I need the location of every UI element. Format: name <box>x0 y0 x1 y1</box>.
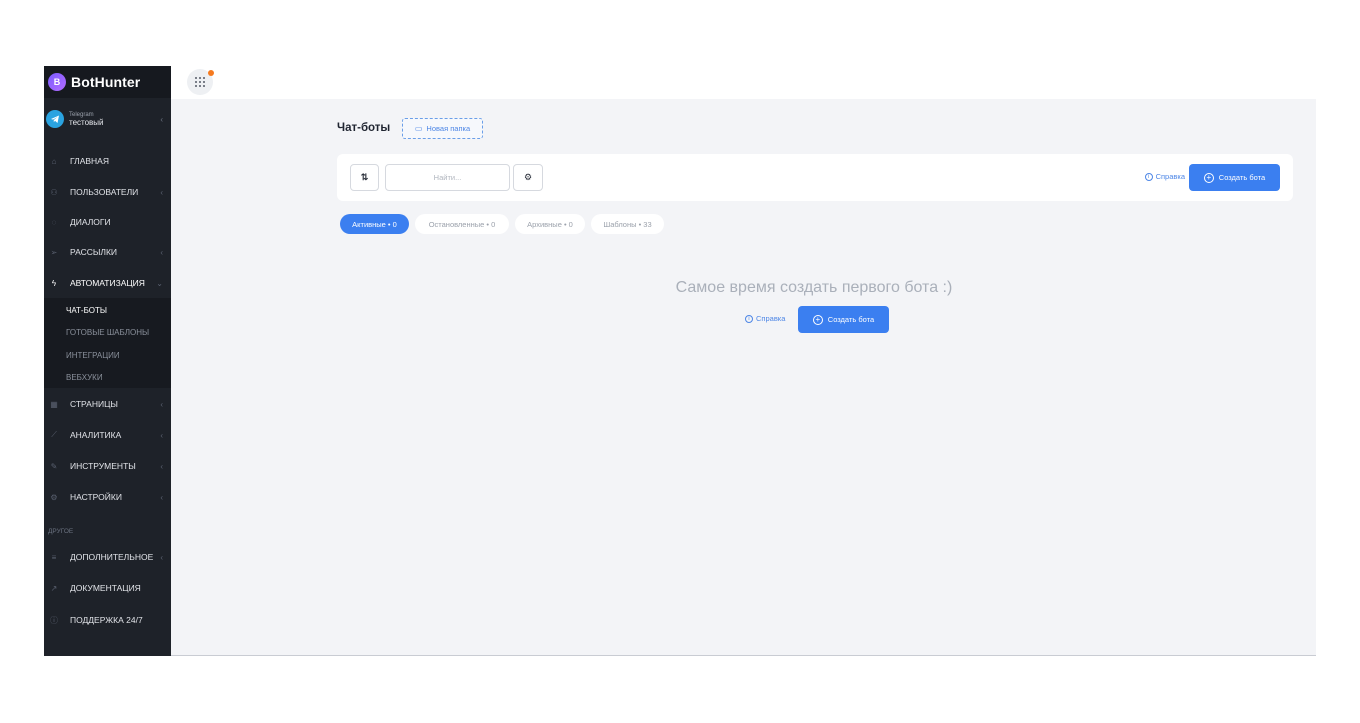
home-icon: ⌂ <box>51 156 57 166</box>
app-window: B BotHunter Telegram тестовый ‹ ⌂ ГЛАВНА… <box>44 66 1316 656</box>
info-icon: i <box>1144 172 1153 181</box>
sidebar-item-additional[interactable]: ≡ ДОПОЛНИТЕЛЬНОЕ ‹ <box>44 546 171 568</box>
logo[interactable]: B BotHunter <box>44 66 171 98</box>
sidebar-item-support[interactable]: ⓘ ПОДДЕРЖКА 24/7 <box>44 609 171 631</box>
apps-grid-button[interactable] <box>187 69 214 95</box>
submenu-item-webhooks[interactable]: ВЕБХУКИ <box>66 373 103 382</box>
plus-circle-icon: + <box>1203 172 1214 183</box>
sidebar-item-label: СТРАНИЦЫ <box>70 399 118 409</box>
brand-name: BotHunter <box>71 74 141 90</box>
chevron-left-icon: ‹ <box>160 187 163 197</box>
help-label: Справка <box>1155 172 1185 181</box>
bothunter-logo-icon: B <box>48 73 66 91</box>
sidebar-item-tools[interactable]: ✎ ИНСТРУМЕНТЫ ‹ <box>44 455 171 477</box>
users-icon: ⚇ <box>50 187 58 197</box>
section-title-other: ДРУГОЕ <box>48 528 74 535</box>
sidebar: B BotHunter Telegram тестовый ‹ ⌂ ГЛАВНА… <box>44 66 171 656</box>
gear-icon: ⚙ <box>50 492 58 502</box>
create-bot-label: Создать бота <box>1218 173 1266 182</box>
sidebar-item-pages[interactable]: ▦ СТРАНИЦЫ ‹ <box>44 393 171 415</box>
sidebar-item-label: ИНСТРУМЕНТЫ <box>70 461 136 471</box>
chevron-left-icon: ‹ <box>160 461 163 471</box>
toolbar: ⇅ ⚙ i Справка + Создать бота <box>337 154 1293 201</box>
create-bot-button[interactable]: + Создать бота <box>1189 164 1280 191</box>
sidebar-item-automation[interactable]: ϟ АВТОМАТИЗАЦИЯ ⌄ <box>44 272 171 294</box>
sort-icon: ⇅ <box>360 172 369 182</box>
automation-submenu: ЧАТ-БОТЫ ГОТОВЫЕ ШАБЛОНЫ ИНТЕГРАЦИИ ВЕБХ… <box>44 298 171 388</box>
sidebar-item-label: ДОПОЛНИТЕЛЬНОЕ <box>70 552 154 562</box>
submenu-item-chatbots[interactable]: ЧАТ-БОТЫ <box>66 306 107 315</box>
notification-dot <box>208 70 214 76</box>
search-input[interactable] <box>385 164 510 191</box>
sidebar-item-label: ДОКУМЕНТАЦИЯ <box>70 583 141 593</box>
tab-stopped[interactable]: Остановленные • 0 <box>415 214 509 234</box>
new-folder-label: Новая папка <box>426 124 471 133</box>
chevron-left-icon: ‹ <box>160 552 163 562</box>
wrench-icon: ✎ <box>50 461 58 471</box>
sort-button[interactable]: ⇅ <box>350 164 379 191</box>
account-platform: Telegram <box>69 111 94 118</box>
send-icon: ➢ <box>50 247 58 257</box>
tab-archived[interactable]: Архивные • 0 <box>515 214 585 234</box>
empty-state-title: Самое время создать первого бота :) <box>675 279 953 296</box>
tab-active[interactable]: Активные • 0 <box>340 214 409 234</box>
sidebar-item-mailings[interactable]: ➢ РАССЫЛКИ ‹ <box>44 241 171 263</box>
help-label: Справка <box>756 314 786 323</box>
account-name: тестовый <box>69 117 104 127</box>
chevron-left-icon: ‹ <box>160 430 163 440</box>
chart-icon: ⟋ <box>51 430 57 439</box>
chevron-left-icon: ‹ <box>160 247 163 257</box>
sidebar-item-label: ПОЛЬЗОВАТЕЛИ <box>70 187 139 197</box>
pages-icon: ▦ <box>50 399 58 409</box>
empty-state-help-link[interactable]: i Справка <box>745 314 785 323</box>
chevron-left-icon: ‹ <box>160 492 163 502</box>
help-link[interactable]: i Справка <box>1144 172 1185 181</box>
menu-icon: ≡ <box>51 552 57 562</box>
top-bar <box>171 66 1316 99</box>
info-icon: i <box>745 314 753 323</box>
external-link-icon: ↗ <box>50 583 58 593</box>
new-folder-button[interactable]: ▭ Новая папка <box>402 118 483 139</box>
telegram-icon <box>46 110 64 128</box>
tab-templates[interactable]: Шаблоны • 33 <box>591 214 664 234</box>
sidebar-item-label: АНАЛИТИКА <box>70 430 122 440</box>
folder-icon: ▭ <box>414 124 423 133</box>
info-icon: ⓘ <box>50 615 58 625</box>
sidebar-item-users[interactable]: ⚇ ПОЛЬЗОВАТЕЛИ ‹ <box>44 181 171 203</box>
sidebar-item-docs[interactable]: ↗ ДОКУМЕНТАЦИЯ <box>44 577 171 599</box>
chevron-left-icon: ‹ <box>160 399 163 409</box>
sidebar-item-label: РАССЫЛКИ <box>70 247 118 257</box>
lightning-icon: ϟ <box>51 278 57 288</box>
sidebar-item-label: ГЛАВНАЯ <box>70 156 109 166</box>
sidebar-item-label: НАСТРОЙКИ <box>70 492 122 502</box>
submenu-item-integrations[interactable]: ИНТЕГРАЦИИ <box>66 351 120 360</box>
sidebar-item-dialogs[interactable]: ◌ ДИАЛОГИ <box>44 211 171 233</box>
settings-icon: ⚙ <box>523 172 533 182</box>
grid-icon <box>195 77 205 87</box>
sidebar-item-analytics[interactable]: ⟋ АНАЛИТИКА ‹ <box>44 424 171 446</box>
chevron-down-icon: ⌄ <box>156 278 163 288</box>
submenu-item-templates[interactable]: ГОТОВЫЕ ШАБЛОНЫ <box>66 328 149 337</box>
sidebar-item-label: ДИАЛОГИ <box>70 217 111 227</box>
create-bot-label: Создать бота <box>827 315 875 324</box>
sidebar-item-label: АВТОМАТИЗАЦИЯ <box>70 278 145 288</box>
filter-settings-button[interactable]: ⚙ <box>513 164 543 191</box>
sidebar-item-home[interactable]: ⌂ ГЛАВНАЯ <box>44 150 171 172</box>
page-title: Чат-боты <box>337 122 391 134</box>
chat-icon: ◌ <box>51 217 57 227</box>
sidebar-item-label: ПОДДЕРЖКА 24/7 <box>70 615 143 625</box>
sidebar-item-settings[interactable]: ⚙ НАСТРОЙКИ ‹ <box>44 486 171 508</box>
empty-state-create-bot-button[interactable]: + Создать бота <box>798 306 889 333</box>
chevron-left-icon: ‹ <box>160 114 163 124</box>
plus-circle-icon: + <box>812 314 823 325</box>
account-switcher[interactable]: Telegram тестовый ‹ <box>44 104 171 134</box>
